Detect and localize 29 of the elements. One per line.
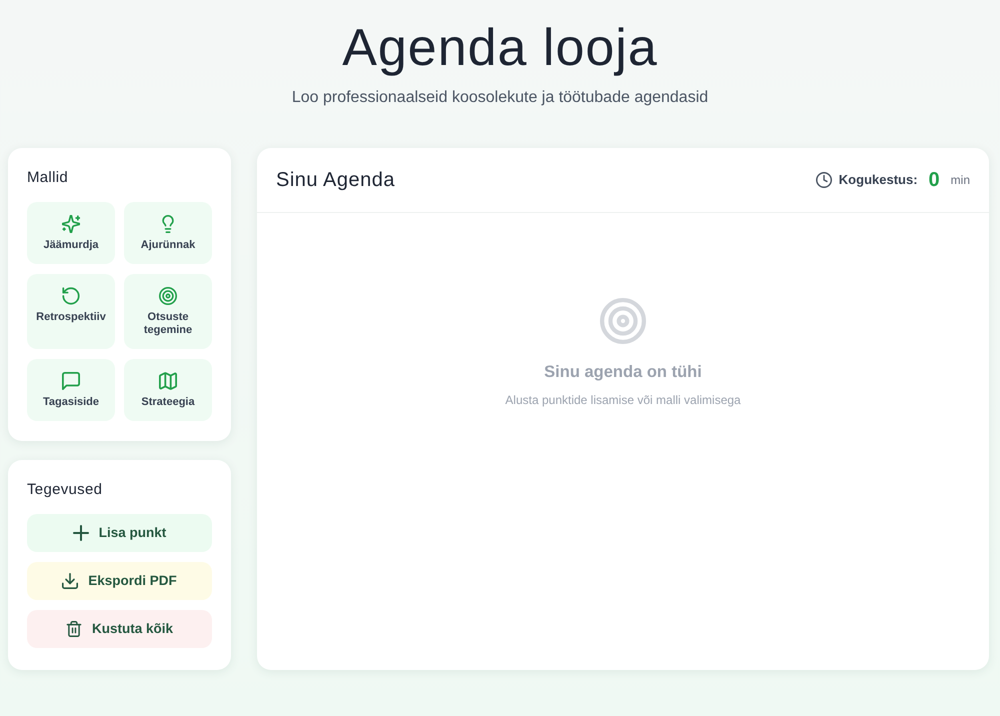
template-button[interactable]: Otsuste tegemine [124,274,212,349]
template-button[interactable]: Jäämurdja [27,202,115,264]
agenda-title: Sinu Agenda [276,168,395,192]
circular-arrow-icon [62,287,80,305]
template-button[interactable]: Strateegia [124,359,212,421]
download-icon [62,573,78,589]
empty-state-hint: Alusta punktide lisamise või malli valimisega [505,392,741,409]
target-icon [159,287,177,305]
template-button[interactable]: Ajurünnak [124,202,212,264]
target-icon [600,298,646,344]
add-item-button[interactable]: Lisa punkt [27,514,212,552]
export-pdf-button[interactable]: Ekspordi PDF [27,562,212,600]
speech-bubble-icon [62,372,80,390]
plus-icon [72,525,89,541]
trash-icon [66,621,82,637]
total-duration-label: Kogukestus: [838,171,918,190]
map-icon [159,372,177,390]
page-subtitle: Loo professionaalseid koosolekute ja töötubade agendasid [290,88,710,108]
total-duration-value: 0 [928,170,940,190]
clear-all-button[interactable]: Kustuta kõik [27,610,212,648]
sparkles-icon [62,215,80,233]
template-button[interactable]: Tagasiside [27,359,115,421]
template-button[interactable]: Retrospektiiv [27,274,115,349]
page-title: Agenda looja [341,18,659,79]
clock-icon [816,172,832,188]
duration-unit: min [950,172,970,189]
panel-title: Mallid [27,168,69,188]
empty-state-title: Sinu agenda on tühi [544,362,702,383]
panel-title: Tegevused [27,480,104,500]
